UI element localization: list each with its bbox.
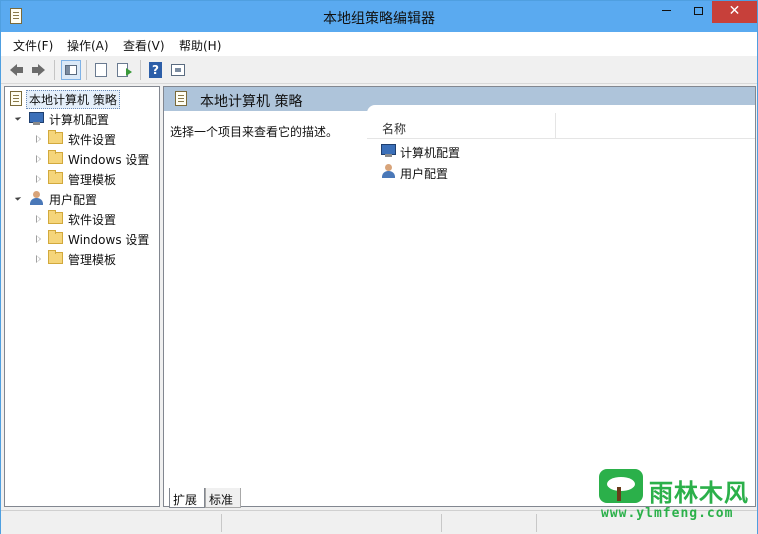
description-text: 选择一个项目来查看它的描述。 [170,125,339,139]
folder-icon [48,130,63,144]
pane-title: 本地计算机 策略 [200,94,303,110]
expand-icon[interactable] [36,215,41,223]
collapse-icon[interactable] [14,194,22,201]
toolbar-separator [140,60,141,80]
title-bar[interactable]: 本地组策略编辑器 ✕ [1,1,757,32]
expand-icon[interactable] [36,135,41,143]
tree-item-label: 计算机配置 [49,113,110,127]
toolbar-separator [54,60,55,80]
policy-icon [10,91,22,106]
user-icon [381,164,396,179]
menu-file[interactable]: 文件(F) [13,37,53,54]
folder-icon [48,210,63,224]
export-list-button[interactable] [114,60,134,80]
toolbar-separator [86,60,87,80]
tree-item-label: 软件设置 [68,213,117,227]
menu-bar: 文件(F) 操作(A) 查看(V) 帮助(H) [1,32,757,56]
menu-view[interactable]: 查看(V) [123,37,165,54]
status-separator [441,514,442,532]
maximize-button[interactable] [683,1,713,23]
watermark-name: 雨林木风 [649,479,749,507]
minimize-icon [661,10,671,11]
expand-icon[interactable] [36,175,41,183]
tree-item-label: 本地计算机 策略 [26,90,120,109]
expand-icon[interactable] [36,235,41,243]
folder-icon [48,230,63,244]
policy-icon [175,91,187,106]
minimize-button[interactable] [651,1,681,23]
column-header-label: 名称 [382,122,407,136]
item-list: 名称 计算机配置 用户配置 [367,105,755,488]
close-button[interactable]: ✕ [712,1,757,23]
back-arrow-icon [10,64,23,76]
window-title: 本地组策略编辑器 [323,11,435,27]
show-hide-tree-button[interactable] [61,60,81,80]
watermark: 雨林木风 www.ylmfeng.com [599,467,751,525]
app-window: 本地组策略编辑器 ✕ 文件(F) 操作(A) 查看(V) 帮助(H) ? 本地计… [0,0,758,534]
status-separator [221,514,222,532]
list-item-label: 计算机配置 [400,146,461,160]
collapse-icon[interactable] [14,114,22,121]
action-pane-icon [171,64,185,76]
menu-action[interactable]: 操作(A) [67,37,109,54]
folder-icon [48,250,63,264]
help-button[interactable]: ? [145,60,165,80]
folder-icon [48,170,63,184]
forward-button[interactable] [28,60,48,80]
close-icon: ✕ [728,3,741,19]
list-item-label: 用户配置 [400,167,449,181]
user-icon [29,191,44,206]
help-icon: ? [149,62,162,78]
tree-logo-icon [599,469,643,503]
tab-standard[interactable]: 标准 [205,488,241,508]
watermark-url: www.ylmfeng.com [601,506,734,521]
toolbar: ? [1,56,757,84]
column-header-name[interactable]: 名称 [367,113,755,139]
console-tree: 本地计算机 策略 计算机配置 软件设置 Windows 设置 管理模板 用户配置 [4,86,160,507]
column-divider[interactable] [555,113,556,139]
expand-icon[interactable] [36,155,41,163]
menu-help[interactable]: 帮助(H) [179,37,221,54]
expand-icon[interactable] [36,255,41,263]
maximize-icon [693,6,703,15]
forward-arrow-icon [32,64,45,76]
computer-icon [381,144,396,157]
tree-item-label: Windows 设置 [68,153,150,167]
properties-icon [95,63,107,77]
status-separator [536,514,537,532]
folder-icon [48,150,63,164]
tree-item-label: Windows 设置 [68,233,150,247]
tab-extended[interactable]: 扩展 [169,488,205,508]
properties-button[interactable] [91,60,111,80]
details-pane: 本地计算机 策略 选择一个项目来查看它的描述。 名称 计算机配置 用户配置 [163,86,756,507]
tree-item-label: 管理模板 [68,253,117,267]
back-button[interactable] [7,60,27,80]
tree-item-label: 软件设置 [68,133,117,147]
tree-item-label: 用户配置 [49,193,98,207]
console-tree-icon [65,65,77,75]
computer-icon [29,112,44,125]
tree-item-label: 管理模板 [68,173,117,187]
show-action-pane-button[interactable] [168,60,188,80]
export-icon [117,63,132,77]
